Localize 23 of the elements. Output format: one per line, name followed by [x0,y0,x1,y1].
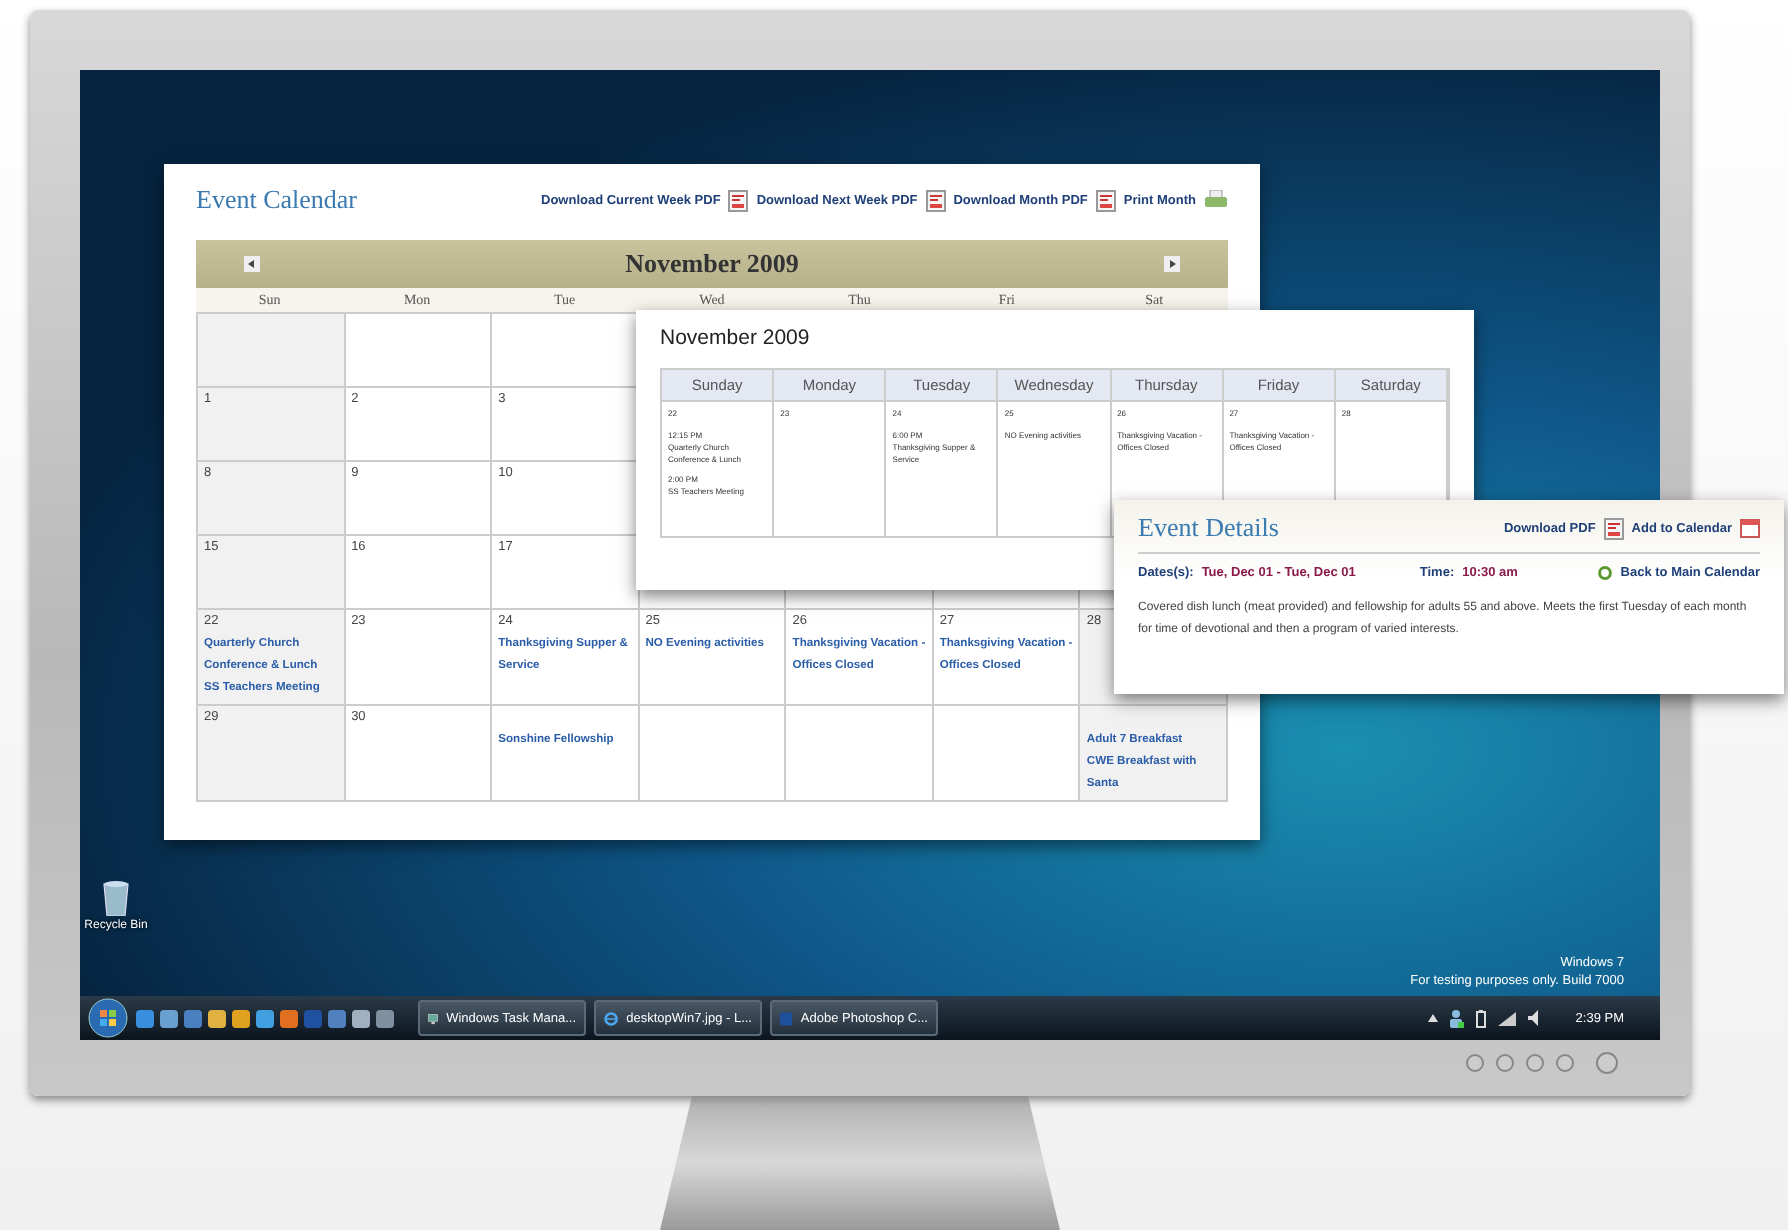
page-title: Event Calendar [196,184,357,216]
up-arrow-icon[interactable] [1427,1014,1438,1022]
next-month-button[interactable] [1164,256,1180,272]
calendar-day-cell[interactable] [345,314,493,388]
browser-e-icon [604,1009,619,1027]
trash-can-icon[interactable] [102,880,130,916]
month-title: November 2009 [625,248,799,280]
circle-icon [1598,566,1613,580]
person-icon[interactable] [1449,1009,1464,1027]
signal-icon[interactable] [1497,1011,1516,1025]
square-app-icon [780,1009,793,1027]
monitor-icon [428,1009,439,1027]
details-title: Event Details [1138,512,1279,544]
previous-month-button[interactable] [244,256,260,272]
speaker-icon[interactable] [1527,1010,1544,1026]
start-button[interactable] [88,998,128,1038]
week-title: November 2009 [660,326,812,350]
battery-icon[interactable] [1475,1009,1486,1027]
calendar-day-cell[interactable] [639,706,787,802]
calendar-day-cell[interactable] [198,314,346,388]
calendar-day-cell[interactable] [933,706,1081,802]
calendar-day-cell[interactable] [786,706,934,802]
calendar-icon[interactable] [1740,518,1760,538]
